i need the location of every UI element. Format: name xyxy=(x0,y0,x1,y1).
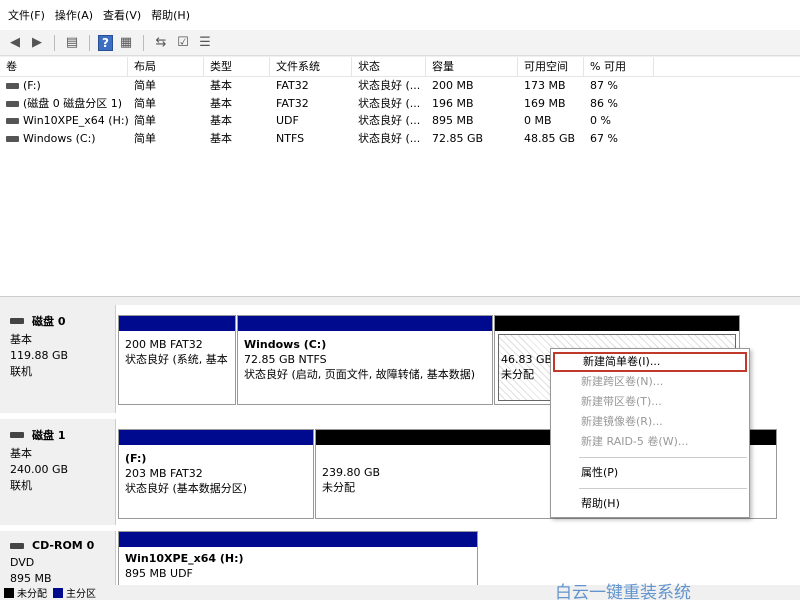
primary-legend-swatch xyxy=(53,587,63,598)
console-tree-icon[interactable]: ▤ xyxy=(63,34,81,52)
primary-partition-bar xyxy=(238,316,492,331)
properties-icon[interactable]: ▦ xyxy=(117,34,135,52)
column-layout[interactable]: 布局 xyxy=(128,57,204,76)
table-row[interactable]: Win10XPE_x64 (H:) 简单 基本 UDF 状态良好 (... 89… xyxy=(0,112,800,130)
watermark: 白云一键重装系统 xyxy=(555,583,691,600)
drive-icon xyxy=(6,135,19,142)
toolbar-separator xyxy=(143,34,144,51)
toolbar-separator xyxy=(89,34,90,51)
column-capacity[interactable]: 容量 xyxy=(426,57,518,76)
column-status[interactable]: 状态 xyxy=(352,57,426,76)
volume-list: 卷 布局 类型 文件系统 状态 容量 可用空间 % 可用 (F:) 简单 基本 … xyxy=(0,57,800,297)
context-menu: 新建简单卷(I)... 新建跨区卷(N)... 新建带区卷(T)... 新建镜像… xyxy=(550,348,750,518)
menu-item-help[interactable]: 帮助(H) xyxy=(551,494,749,514)
legend-unallocated: 未分配 xyxy=(17,589,47,600)
list-view-icon[interactable]: ☰ xyxy=(196,34,214,52)
legend-primary: 主分区 xyxy=(66,589,96,600)
unallocated-legend-swatch xyxy=(4,587,14,598)
table-row[interactable]: (磁盘 0 磁盘分区 1) 简单 基本 FAT32 状态良好 (... 196 … xyxy=(0,95,800,113)
column-free-space[interactable]: 可用空间 xyxy=(518,57,584,76)
toolbar-separator xyxy=(54,34,55,51)
menu-separator xyxy=(579,488,747,489)
check-icon[interactable]: ☑ xyxy=(174,34,192,52)
forward-arrow-icon[interactable]: ▶ xyxy=(28,34,46,52)
column-volume[interactable]: 卷 xyxy=(0,57,128,76)
table-row[interactable]: (F:) 简单 基本 FAT32 状态良好 (... 200 MB 173 MB… xyxy=(0,77,800,95)
cd-drive-icon xyxy=(10,542,24,549)
menu-view[interactable]: 查看(V) xyxy=(101,7,149,23)
disk-0-label[interactable]: 磁盘 0 基本 119.88 GB 联机 xyxy=(0,305,116,413)
disk-1-label[interactable]: 磁盘 1 基本 240.00 GB 联机 xyxy=(0,419,116,525)
menu-item-new-striped-volume[interactable]: 新建带区卷(T)... xyxy=(551,392,749,412)
column-type[interactable]: 类型 xyxy=(204,57,270,76)
back-arrow-icon[interactable]: ◀ xyxy=(6,34,24,52)
menu-bar: 文件(F) 操作(A) 查看(V) 帮助(H) xyxy=(0,0,800,30)
toolbar: ◀ ▶ ▤ ? ▦ ⇆ ☑ ☰ xyxy=(0,30,800,56)
menu-item-properties[interactable]: 属性(P) xyxy=(551,463,749,483)
menu-file[interactable]: 文件(F) xyxy=(6,7,53,23)
disk-icon xyxy=(10,318,24,324)
drive-icon xyxy=(6,100,19,107)
partition-win10xpe-h[interactable]: Win10XPE_x64 (H:) 895 MB UDF xyxy=(118,531,478,585)
menu-separator xyxy=(579,457,747,458)
column-filesystem[interactable]: 文件系统 xyxy=(270,57,352,76)
help-icon[interactable]: ? xyxy=(98,34,113,51)
unallocated-bar xyxy=(495,316,739,331)
partition-system[interactable]: 200 MB FAT32 状态良好 (系统, 基本 xyxy=(118,315,236,405)
primary-partition-bar xyxy=(119,316,235,331)
cd-drive-icon xyxy=(6,118,19,124)
menu-help[interactable]: 帮助(H) xyxy=(149,7,198,23)
cdrom-0-label[interactable]: CD-ROM 0 DVD 895 MB xyxy=(0,531,116,585)
menu-action[interactable]: 操作(A) xyxy=(53,7,101,23)
column-percent-free[interactable]: % 可用 xyxy=(584,57,654,76)
menu-item-new-mirrored-volume[interactable]: 新建镜像卷(R)... xyxy=(551,412,749,432)
menu-item-new-spanned-volume[interactable]: 新建跨区卷(N)... xyxy=(551,372,749,392)
primary-partition-bar xyxy=(119,532,477,547)
primary-partition-bar xyxy=(119,430,313,445)
connect-disk-icon[interactable]: ⇆ xyxy=(152,34,170,52)
partition-f[interactable]: (F:) 203 MB FAT32 状态良好 (基本数据分区) xyxy=(118,429,314,519)
table-row[interactable]: Windows (C:) 简单 基本 NTFS 状态良好 (... 72.85 … xyxy=(0,130,800,148)
menu-item-new-raid5-volume[interactable]: 新建 RAID-5 卷(W)... xyxy=(551,432,749,452)
disk-icon xyxy=(10,432,24,438)
partition-windows-c[interactable]: Windows (C:) 72.85 GB NTFS 状态良好 (启动, 页面文… xyxy=(237,315,493,405)
drive-icon xyxy=(6,83,19,89)
menu-item-new-simple-volume[interactable]: 新建简单卷(I)... xyxy=(553,352,747,372)
volume-list-header: 卷 布局 类型 文件系统 状态 容量 可用空间 % 可用 xyxy=(0,57,800,77)
cdrom-0-row: CD-ROM 0 DVD 895 MB Win10XPE_x64 (H:) 89… xyxy=(0,531,780,585)
